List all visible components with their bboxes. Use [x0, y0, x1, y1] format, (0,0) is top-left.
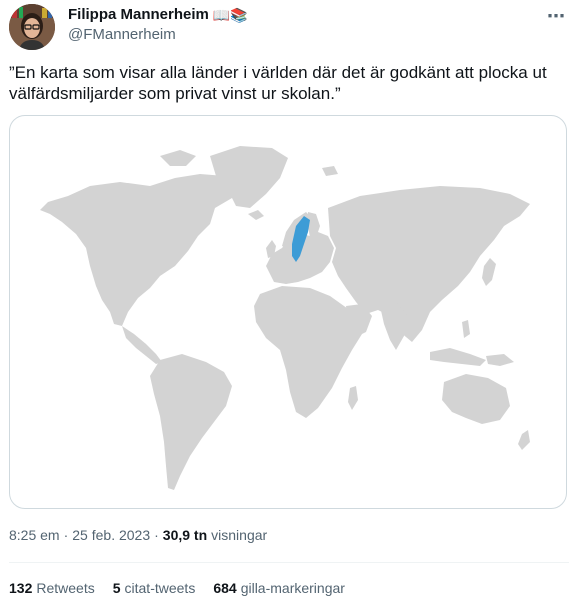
- divider: [9, 562, 569, 563]
- book-emoji-icon: 📖📚: [212, 6, 248, 23]
- map-central-america: [122, 326, 162, 364]
- tweet-text: ”En karta som visar alla länder i världe…: [9, 63, 547, 103]
- meta-separator: ·: [63, 527, 69, 543]
- meta-separator: ·: [154, 527, 159, 543]
- tweet-media[interactable]: [9, 115, 567, 509]
- likes-stat[interactable]: 684 gilla-markeringar: [213, 580, 345, 596]
- map-new-zealand: [518, 430, 530, 450]
- more-options-icon[interactable]: ⋯: [547, 6, 566, 27]
- avatar[interactable]: [9, 4, 55, 50]
- quotes-count: 5: [112, 580, 121, 596]
- avatar-image: [9, 4, 55, 50]
- map-africa: [254, 286, 362, 418]
- world-map-land: [40, 146, 530, 490]
- quotes-label: citat-tweets: [124, 580, 196, 596]
- retweets-stat[interactable]: 132 Retweets: [9, 580, 95, 596]
- views-count: 30,9 tn: [162, 527, 208, 543]
- tweet-date[interactable]: 25 feb. 2023: [72, 527, 150, 543]
- map-svalbard: [322, 166, 338, 176]
- map-japan: [482, 258, 496, 286]
- quotes-stat[interactable]: 5 citat-tweets: [113, 580, 196, 596]
- tweet-stats: 132 Retweets 5 citat-tweets 684 gilla-ma…: [9, 580, 345, 596]
- map-iceland: [248, 210, 264, 220]
- map-south-america: [150, 354, 232, 490]
- author-name-row[interactable]: Filippa Mannerheim 📖📚: [68, 6, 248, 23]
- map-arctic-islands: [160, 150, 196, 166]
- retweets-label: Retweets: [36, 580, 95, 596]
- author-name[interactable]: Filippa Mannerheim: [68, 6, 209, 23]
- map-north-america: [40, 174, 240, 326]
- map-new-guinea: [486, 354, 514, 366]
- map-australia: [442, 374, 510, 424]
- likes-count: 684: [213, 580, 237, 596]
- retweets-count: 132: [9, 580, 33, 596]
- world-map-image: [40, 146, 530, 490]
- author-handle[interactable]: @FMannerheim: [68, 26, 176, 43]
- map-madagascar: [348, 386, 358, 410]
- views-label: visningar: [211, 527, 268, 543]
- map-indonesia: [430, 348, 486, 366]
- map-philippines: [462, 320, 470, 338]
- tweet-meta: 8:25 em · 25 feb. 2023 · 30,9 tn visning…: [9, 527, 267, 543]
- likes-label: gilla-markeringar: [240, 580, 345, 596]
- tweet-time[interactable]: 8:25 em: [9, 527, 60, 543]
